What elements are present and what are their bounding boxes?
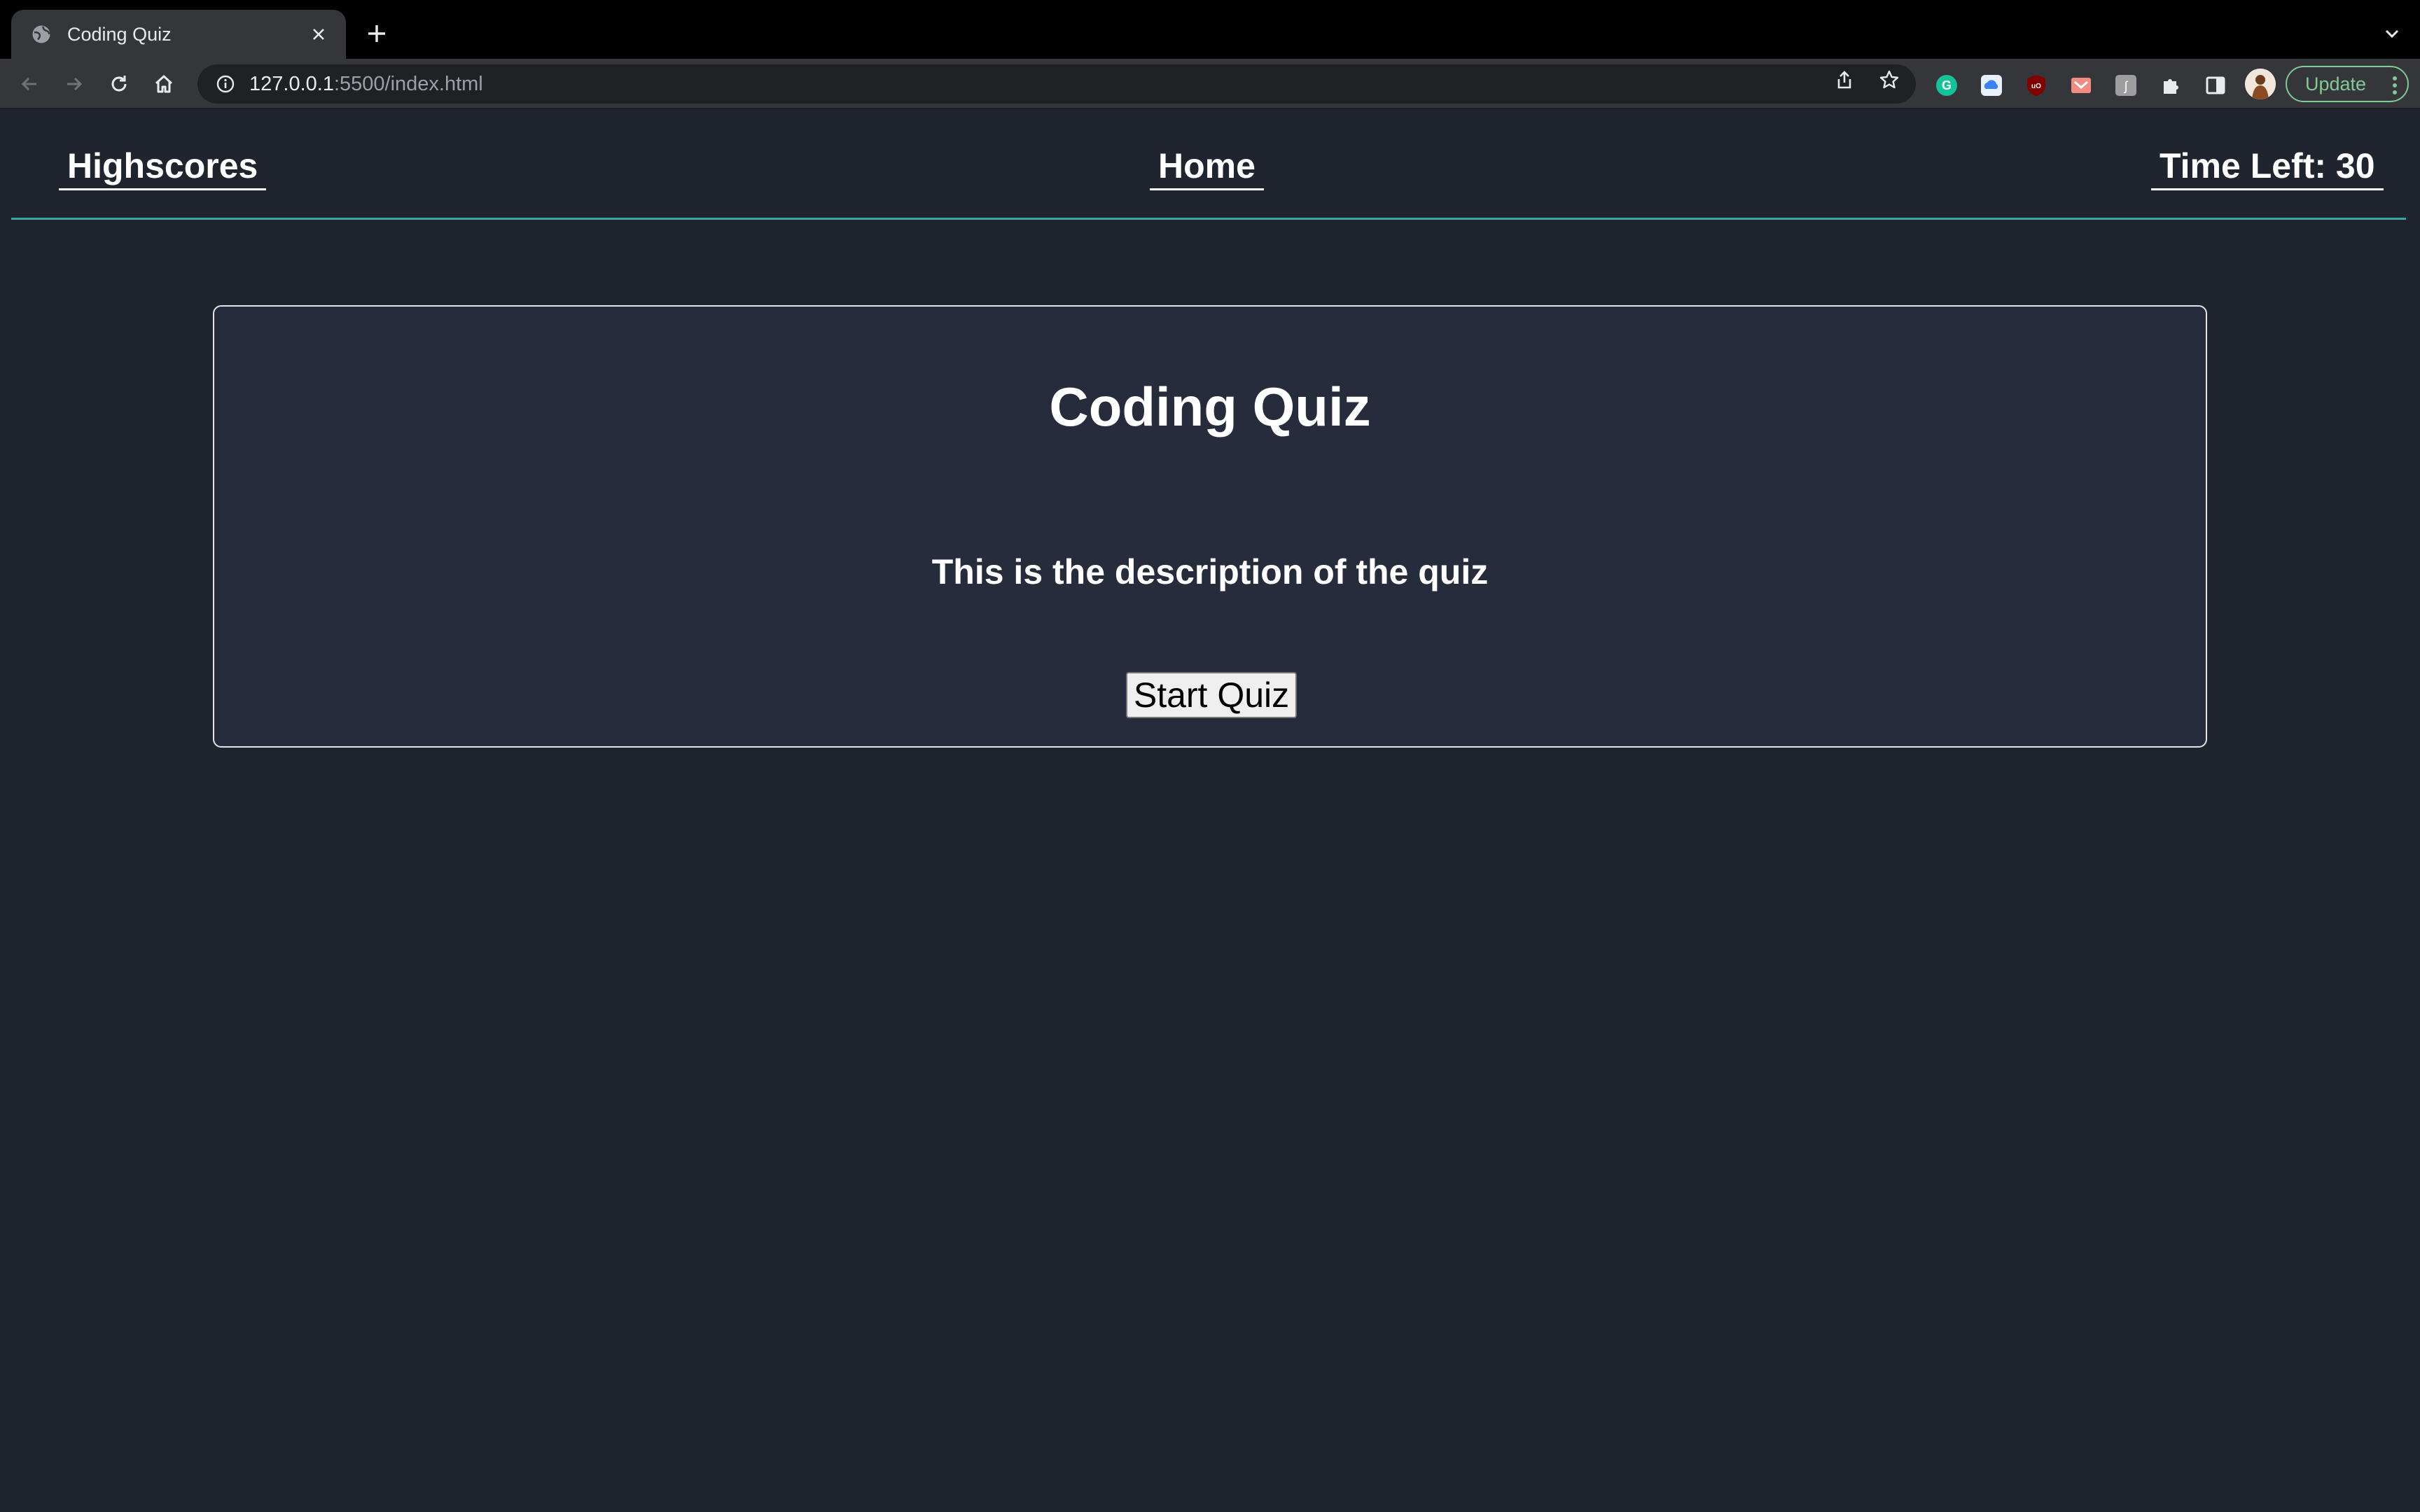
info-icon[interactable]: [213, 71, 238, 97]
arrow-left-icon[interactable]: [15, 70, 43, 98]
share-icon[interactable]: [1830, 66, 1858, 94]
profile-avatar[interactable]: [2245, 69, 2276, 99]
svg-text:uO: uO: [2031, 83, 2041, 90]
site-header: Highscores Home Time Left: 30: [11, 111, 2406, 220]
browser-tabstrip: Coding Quiz: [0, 0, 2420, 59]
url-path: :5500/index.html: [333, 72, 483, 95]
ublock-icon[interactable]: uO: [2024, 73, 2049, 98]
close-icon[interactable]: [307, 22, 331, 46]
home-icon[interactable]: [150, 70, 178, 98]
url-host: 127.0.0.1: [249, 72, 334, 95]
quiz-card: Coding Quiz This is the description of t…: [213, 305, 2207, 748]
side-panel-icon[interactable]: [2203, 73, 2228, 98]
svg-text:G: G: [1942, 78, 1952, 92]
tab-title: Coding Quiz: [67, 23, 172, 45]
arrow-right-icon[interactable]: [60, 70, 88, 98]
url-text: 127.0.0.1:5500/index.html: [249, 73, 483, 96]
translate-icon[interactable]: ʃ: [2113, 73, 2139, 98]
extension-icon[interactable]: [2068, 73, 2094, 98]
quiz-description: This is the description of the quiz: [931, 552, 1489, 592]
highscores-link[interactable]: Highscores: [59, 147, 267, 190]
puzzle-icon[interactable]: [2158, 73, 2183, 98]
page-viewport: Highscores Home Time Left: 30 Coding Qui…: [0, 111, 2420, 1512]
globe-icon: [29, 22, 53, 46]
home-link[interactable]: Home: [1150, 147, 1264, 190]
timer-display: Time Left: 30: [2151, 147, 2384, 190]
browser-tab-active[interactable]: Coding Quiz: [11, 10, 346, 59]
browser-toolbar: 127.0.0.1:5500/index.html: [0, 59, 2420, 109]
grammarly-icon[interactable]: G: [1934, 73, 1959, 98]
star-icon[interactable]: [1875, 66, 1903, 94]
start-quiz-button[interactable]: Start Quiz: [1126, 672, 1297, 718]
address-bar[interactable]: 127.0.0.1:5500/index.html: [197, 64, 1916, 104]
update-label: Update: [2305, 73, 2367, 94]
update-button[interactable]: Update: [2286, 66, 2409, 102]
plus-icon[interactable]: [361, 18, 392, 49]
cloud-icon[interactable]: [1979, 73, 2004, 98]
kebab-menu-icon[interactable]: [2392, 76, 2398, 100]
chevron-down-icon[interactable]: [2379, 21, 2405, 46]
quiz-title: Coding Quiz: [1049, 376, 1371, 438]
reload-icon[interactable]: [105, 70, 133, 98]
